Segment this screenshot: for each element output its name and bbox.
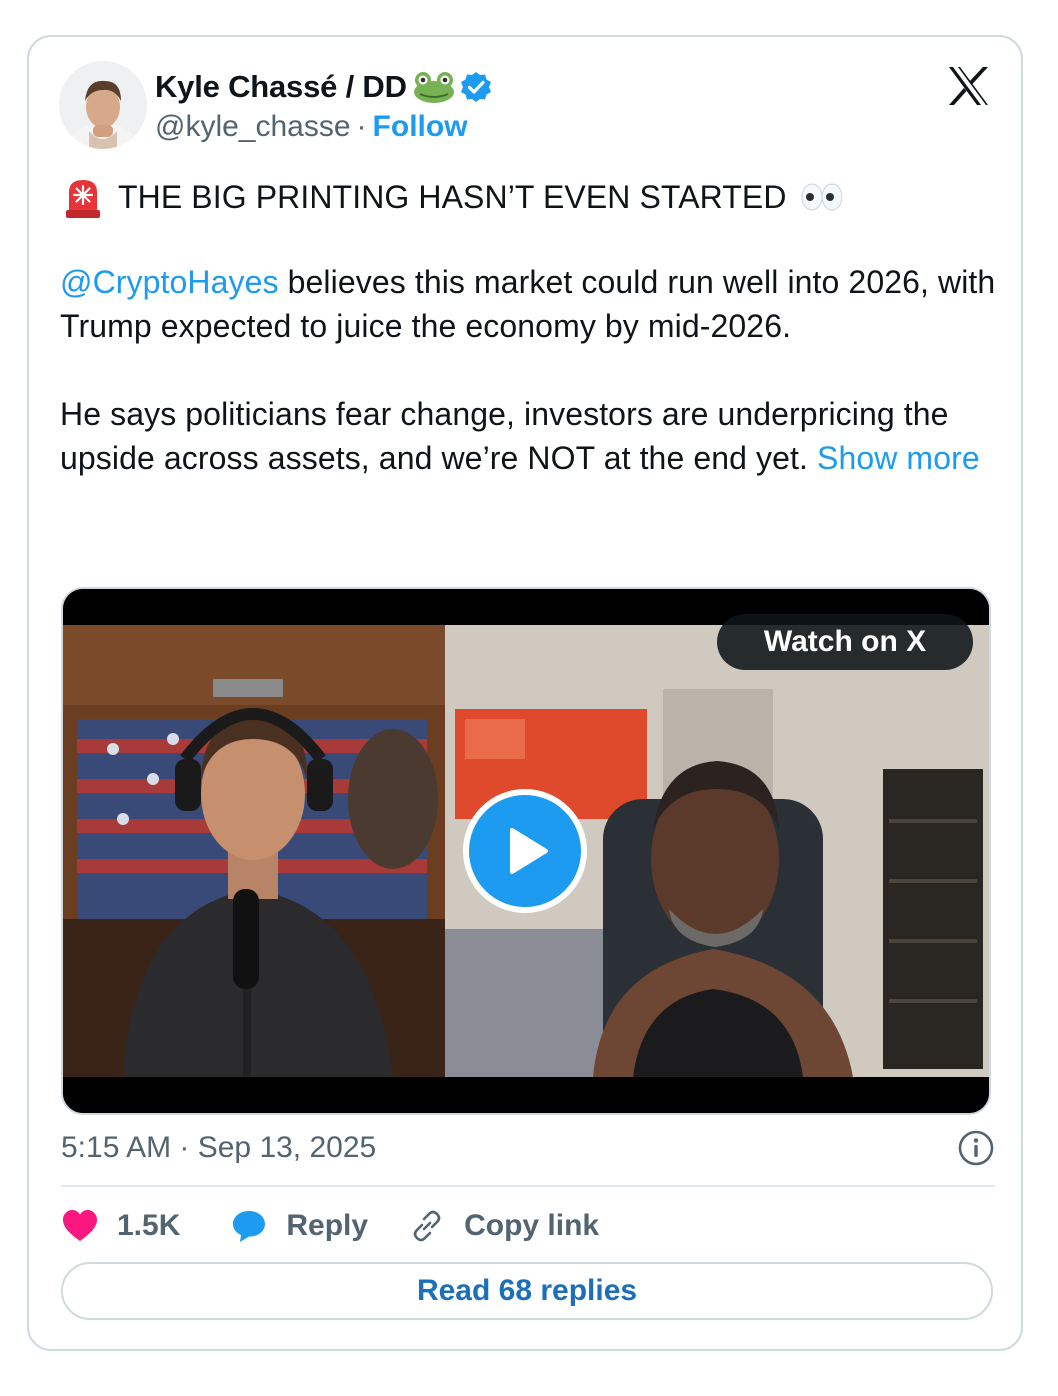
heart-icon bbox=[63, 1210, 97, 1241]
like-button[interactable]: 1.5K bbox=[61, 1207, 180, 1245]
follow-button[interactable]: Follow bbox=[373, 110, 468, 144]
separator: · bbox=[356, 110, 367, 143]
play-icon bbox=[510, 828, 548, 874]
action-bar: 1.5K Reply Copy link bbox=[61, 1205, 599, 1247]
reply-label: Reply bbox=[286, 1209, 369, 1242]
frog-icon bbox=[413, 72, 454, 103]
video-player[interactable]: Watch on X bbox=[61, 587, 991, 1115]
tweet-card: Kyle Chassé / DD @kyle_chasse · Follow T… bbox=[27, 35, 1023, 1351]
paragraph-2: @CryptoHayes believes this market could … bbox=[60, 260, 1000, 348]
read-replies-button[interactable]: Read 68 replies bbox=[61, 1262, 993, 1320]
x-logo-icon[interactable] bbox=[945, 63, 991, 109]
divider bbox=[61, 1185, 995, 1187]
reply-bubble-icon bbox=[233, 1211, 266, 1242]
headline-line: THE BIG PRINTING HASN’T EVEN STARTED bbox=[60, 172, 1000, 222]
tweet-text: THE BIG PRINTING HASN’T EVEN STARTED @Cr… bbox=[60, 172, 1000, 480]
name-row: Kyle Chassé / DD bbox=[155, 67, 493, 107]
verified-badge-icon bbox=[460, 72, 491, 102]
paragraph-3: He says politicians fear change, investo… bbox=[60, 392, 1000, 480]
headline-text: THE BIG PRINTING HASN’T EVEN STARTED bbox=[118, 179, 787, 215]
link-icon bbox=[413, 1210, 441, 1242]
police-siren-icon bbox=[66, 180, 100, 218]
mention-link[interactable]: @CryptoHayes bbox=[60, 264, 279, 300]
timestamp-row: 5:15 AM · Sep 13, 2025 bbox=[61, 1127, 995, 1169]
avatar[interactable] bbox=[59, 61, 147, 149]
author-name[interactable]: Kyle Chassé / DD bbox=[155, 69, 407, 105]
info-icon[interactable] bbox=[957, 1129, 995, 1167]
timestamp[interactable]: 5:15 AM · Sep 13, 2025 bbox=[61, 1131, 376, 1165]
reply-button[interactable]: Reply bbox=[230, 1207, 368, 1245]
paragraph-3-text: He says politicians fear change, investo… bbox=[60, 396, 949, 476]
show-more-link[interactable]: Show more bbox=[817, 440, 980, 476]
copy-link-button[interactable]: Copy link bbox=[408, 1207, 599, 1245]
author-block: Kyle Chassé / DD @kyle_chasse · Follow bbox=[155, 67, 493, 147]
eyes-icon bbox=[801, 183, 843, 211]
play-button[interactable] bbox=[463, 789, 587, 913]
handle-row: @kyle_chasse · Follow bbox=[155, 107, 493, 147]
like-count: 1.5K bbox=[117, 1209, 181, 1242]
copy-link-label: Copy link bbox=[464, 1209, 600, 1242]
watch-on-x-button[interactable]: Watch on X bbox=[717, 614, 973, 670]
author-handle[interactable]: @kyle_chasse bbox=[155, 110, 351, 144]
